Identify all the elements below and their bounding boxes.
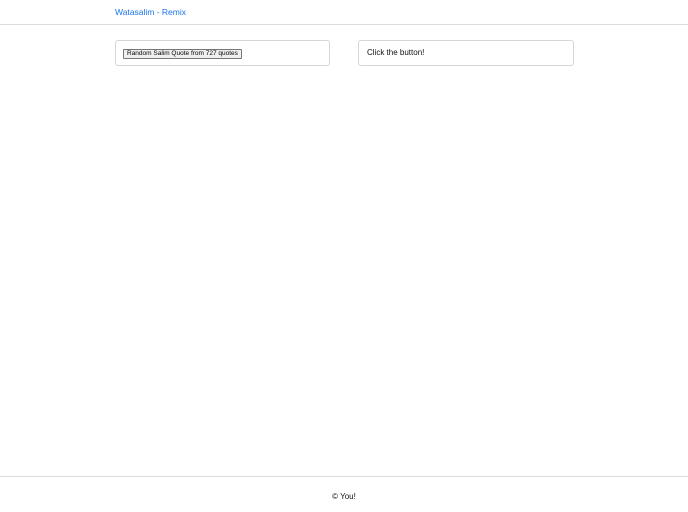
quote-display-card: Click the button! <box>358 40 574 66</box>
random-quote-button[interactable]: Random Salim Quote from 727 quotes <box>123 49 242 59</box>
brand-link[interactable]: Watasalim - Remix <box>115 7 186 17</box>
quote-button-card: Random Salim Quote from 727 quotes <box>115 40 330 66</box>
quote-text: Click the button! <box>367 48 425 57</box>
page: Watasalim - Remix Random Salim Quote fro… <box>0 0 688 512</box>
header: Watasalim - Remix <box>0 0 688 25</box>
footer: © You! <box>0 476 688 512</box>
footer-copyright: © You! <box>332 492 356 501</box>
